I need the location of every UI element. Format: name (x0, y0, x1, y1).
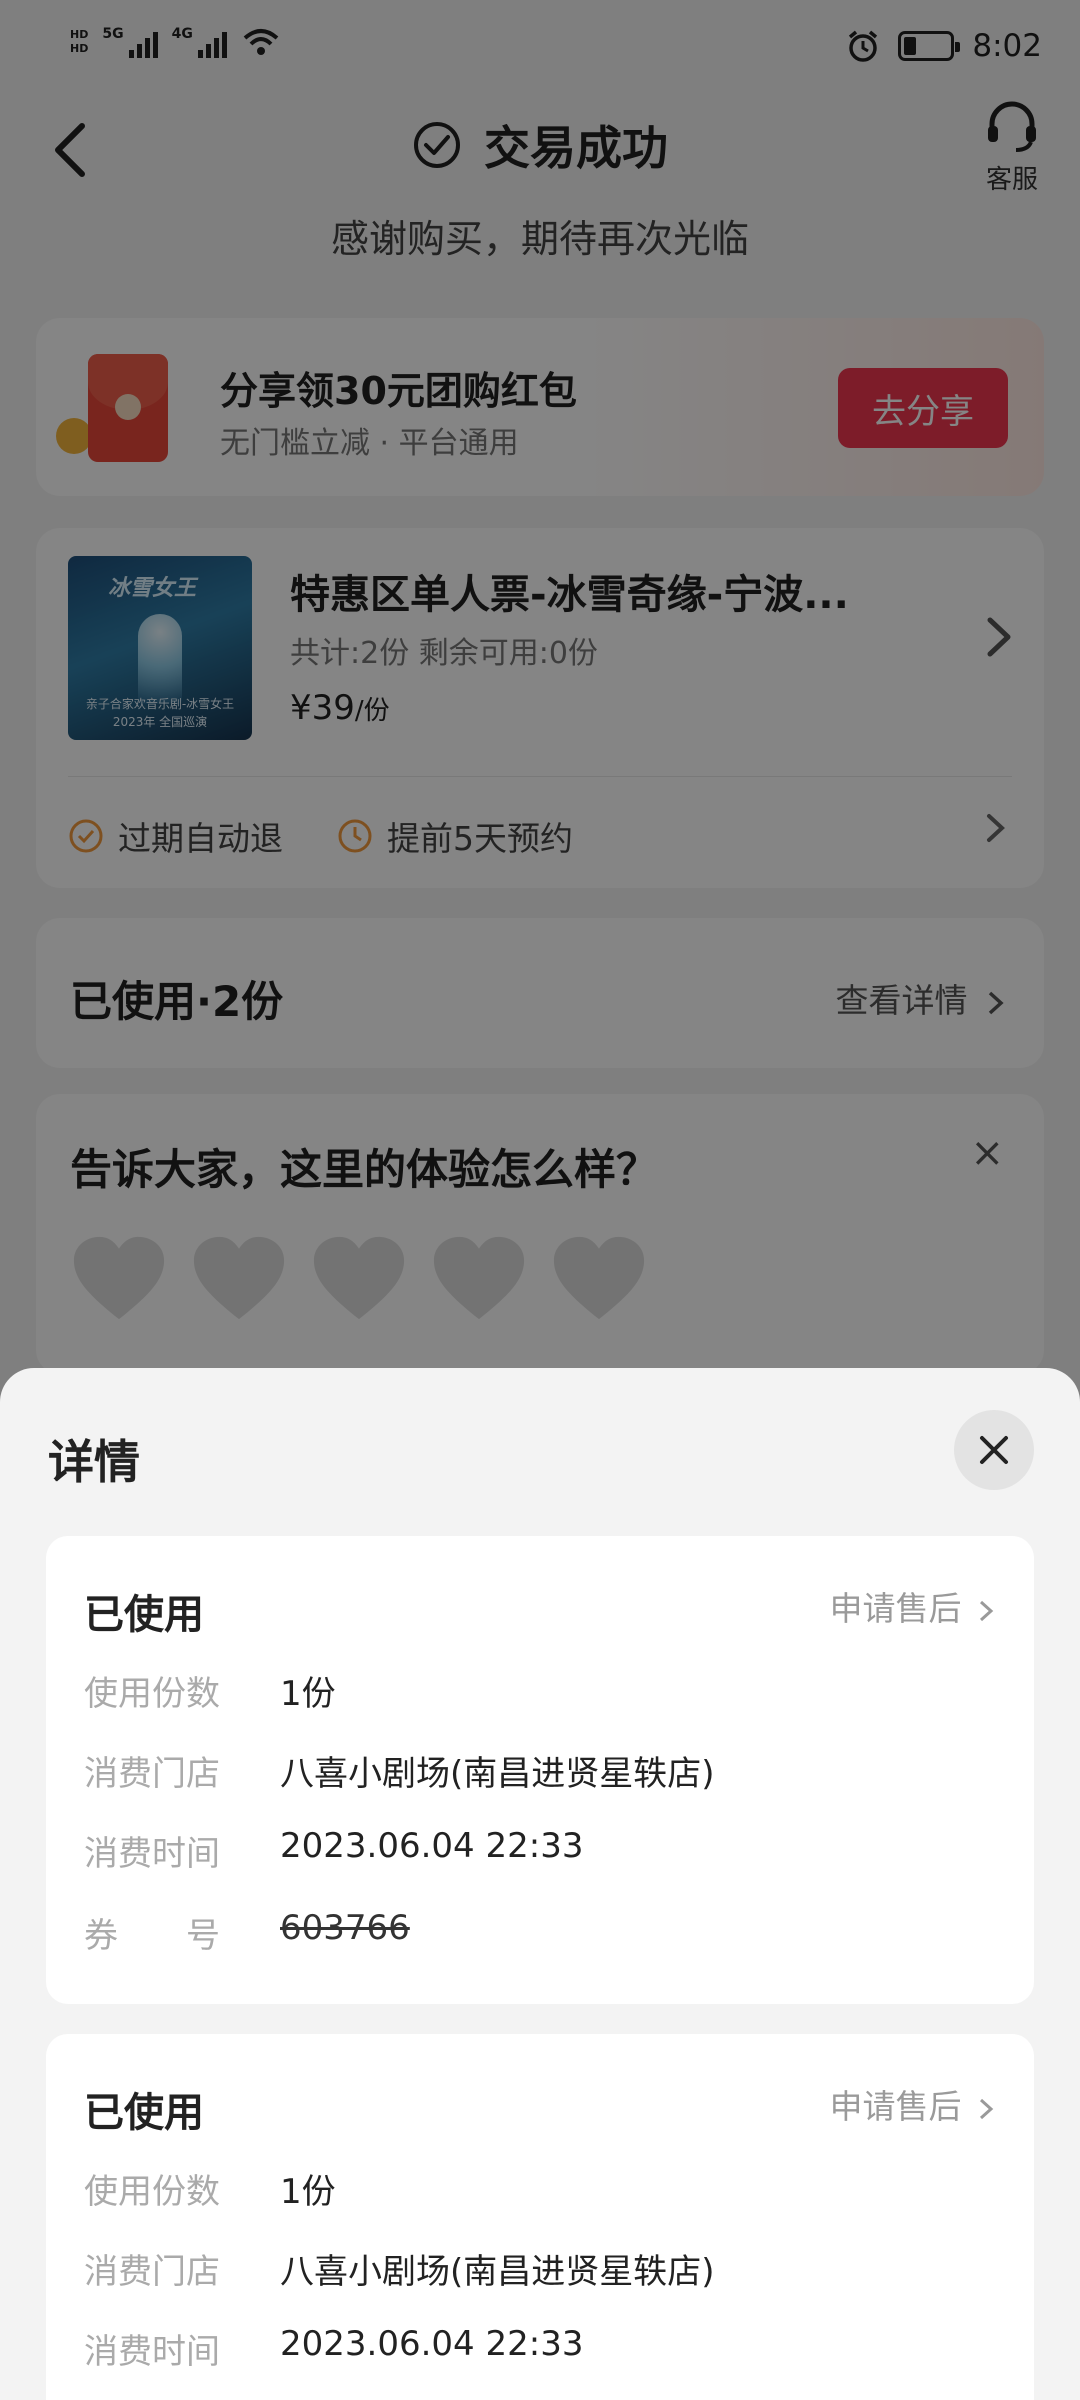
screen: HD HD 5G 4G 8:02 交易成功 客服 感谢购买，期待再次光临 分享领… (0, 0, 1080, 2400)
chevron-right-icon (979, 1600, 994, 1621)
time-label: 消费时间 (84, 2332, 220, 2372)
record-store-row: 消费门店 八喜小剧场(南昌进贤星轶店) (84, 1746, 715, 1795)
time-value: 2023.06.04 22:33 (280, 2324, 584, 2364)
record-status: 已使用 (84, 2090, 204, 2136)
close-icon (980, 1436, 1008, 1464)
record-qty-row: 使用份数 1份 (84, 2164, 336, 2213)
record-time-row: 消费时间 2023.06.04 22:33 (84, 1826, 583, 1875)
usage-record: 已使用 申请售后 使用份数 1份 消费门店 八喜小剧场(南昌进贤星轶店) 消费时… (46, 2034, 1034, 2400)
usage-record: 已使用 申请售后 使用份数 1份 消费门店 八喜小剧场(南昌进贤星轶店) 消费时… (46, 1536, 1034, 2004)
qty-label: 使用份数 (84, 2172, 220, 2212)
after-sale-link[interactable]: 申请售后 (830, 2080, 999, 2128)
qty-value: 1份 (280, 2172, 336, 2212)
code-value: 603766 (280, 1908, 410, 1948)
chevron-right-icon (979, 2098, 994, 2119)
store-value: 八喜小剧场(南昌进贤星轶店) (280, 2252, 715, 2292)
after-sale-link[interactable]: 申请售后 (830, 1582, 999, 1630)
sheet-title: 详情 (48, 1435, 140, 1489)
code-label: 券 号 (84, 1916, 220, 1956)
record-time-row: 消费时间 2023.06.04 22:33 (84, 2324, 583, 2373)
record-qty-row: 使用份数 1份 (84, 1666, 336, 1715)
qty-value: 1份 (280, 1674, 336, 1714)
qty-label: 使用份数 (84, 1674, 220, 1714)
time-label: 消费时间 (84, 1834, 220, 1874)
store-label: 消费门店 (84, 1754, 220, 1794)
after-sale-label: 申请售后 (829, 2087, 962, 2126)
record-status: 已使用 (84, 1592, 204, 1638)
record-code-row: 券 号 603766 (84, 1908, 410, 1957)
time-value: 2023.06.04 22:33 (280, 1826, 584, 1866)
details-sheet: 详情 已使用 申请售后 使用份数 1份 消费门店 八喜小剧场(南昌进贤星轶店) (0, 1368, 1080, 2400)
store-value: 八喜小剧场(南昌进贤星轶店) (280, 1754, 715, 1794)
record-store-row: 消费门店 八喜小剧场(南昌进贤星轶店) (84, 2244, 715, 2293)
after-sale-label: 申请售后 (829, 1589, 962, 1628)
close-button[interactable] (954, 1410, 1034, 1490)
store-label: 消费门店 (84, 2252, 220, 2292)
